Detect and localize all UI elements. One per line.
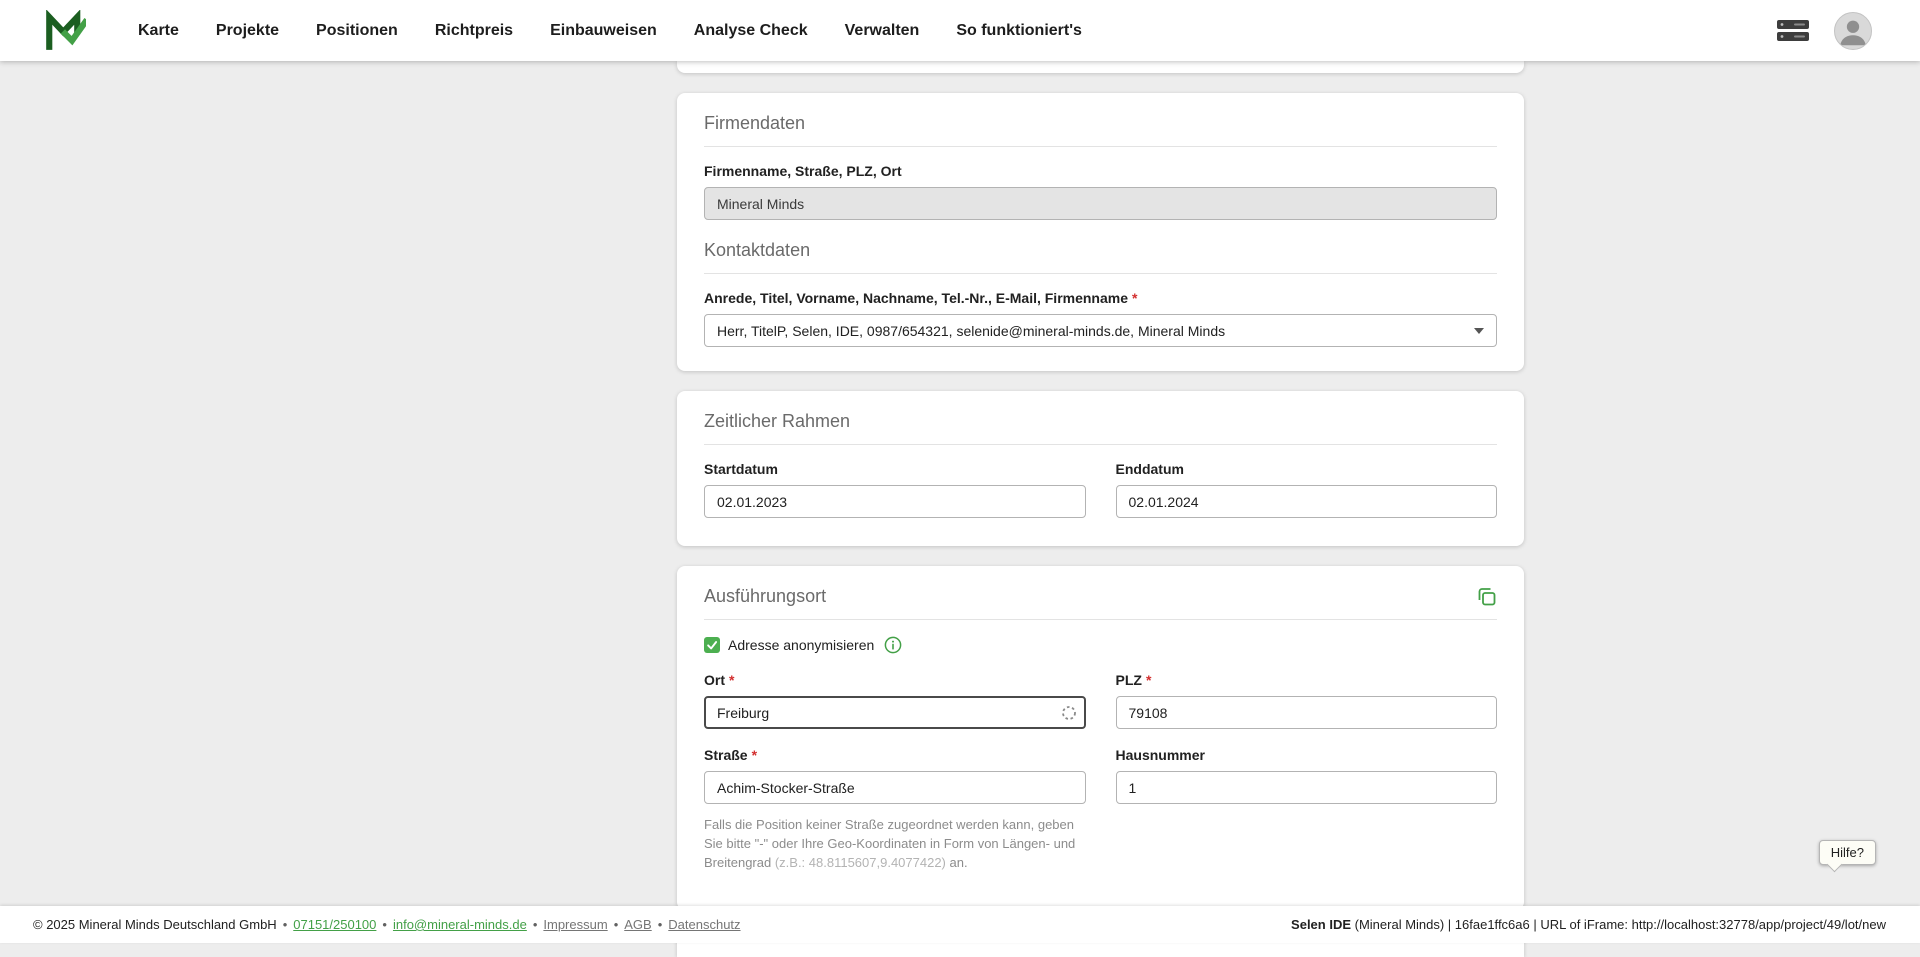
- enddatum-input[interactable]: [1116, 485, 1498, 518]
- section-title-zeitlicher-rahmen: Zeitlicher Rahmen: [704, 411, 1497, 432]
- footer-email-link[interactable]: info@mineral-minds.de: [393, 917, 527, 932]
- footer-impressum-link[interactable]: Impressum: [543, 917, 607, 932]
- hint-example-text: (z.B.: 48.8115607,9.4077422): [775, 855, 946, 870]
- copy-icon: [1476, 586, 1497, 607]
- anonymize-row: Adresse anonymisieren: [704, 636, 1497, 654]
- footer-left: © 2025 Mineral Minds Deutschland GmbH • …: [33, 917, 741, 932]
- chevron-down-icon: [1474, 328, 1484, 334]
- kontakt-label: Anrede, Titel, Vorname, Nachname, Tel.-N…: [704, 290, 1497, 306]
- help-button[interactable]: Hilfe?: [1819, 840, 1876, 865]
- anonymize-checkbox[interactable]: [704, 637, 720, 653]
- person-icon: [1835, 12, 1871, 50]
- startdatum-input[interactable]: [704, 485, 1086, 518]
- loading-spinner-icon: [1061, 705, 1077, 721]
- plz-input[interactable]: [1116, 696, 1498, 729]
- enddatum-label: Enddatum: [1116, 461, 1498, 477]
- help-button-label: Hilfe?: [1831, 845, 1864, 860]
- strasse-hint-text: Falls die Position keiner Straße zugeord…: [704, 816, 1086, 873]
- footer-app-details: (Mineral Minds) | 16fae1ffc6a6 | URL of …: [1351, 917, 1886, 932]
- footer: © 2025 Mineral Minds Deutschland GmbH • …: [0, 906, 1920, 943]
- hausnummer-input[interactable]: [1116, 771, 1498, 804]
- mineral-minds-logo-icon: [44, 10, 86, 52]
- ort-label-text: Ort: [704, 672, 725, 688]
- ort-input[interactable]: [704, 696, 1086, 729]
- check-icon: [706, 639, 718, 651]
- nav-item-verwalten[interactable]: Verwalten: [845, 22, 920, 40]
- nav-item-so-funktionierts[interactable]: So funktioniert's: [956, 22, 1082, 40]
- strasse-label-text: Straße: [704, 747, 748, 763]
- required-asterisk: *: [1146, 672, 1151, 688]
- nav-right: [1776, 12, 1872, 50]
- divider: [704, 273, 1497, 274]
- app-logo[interactable]: [44, 10, 86, 52]
- firmenname-input: [704, 187, 1497, 220]
- footer-separator: •: [533, 917, 538, 932]
- nav-item-richtpreis[interactable]: Richtpreis: [435, 22, 513, 40]
- section-title-firmendaten: Firmendaten: [704, 113, 1497, 134]
- section-title-kontaktdaten: Kontaktdaten: [704, 240, 1497, 261]
- footer-datenschutz-link[interactable]: Datenschutz: [668, 917, 740, 932]
- startdatum-label: Startdatum: [704, 461, 1086, 477]
- section-title-ausfuehrungsort: Ausführungsort: [704, 586, 826, 607]
- info-icon[interactable]: [884, 636, 902, 654]
- user-avatar[interactable]: [1834, 12, 1872, 50]
- main-nav: Karte Projekte Positionen Richtpreis Ein…: [138, 22, 1082, 40]
- card-firmendaten: Firmendaten Firmenname, Straße, PLZ, Ort…: [677, 93, 1524, 371]
- anonymize-label: Adresse anonymisieren: [728, 637, 874, 653]
- main-content: Firmendaten Firmenname, Straße, PLZ, Ort…: [677, 61, 1524, 957]
- footer-debug-info: Selen IDE (Mineral Minds) | 16fae1ffc6a6…: [1291, 917, 1886, 932]
- hausnummer-label: Hausnummer: [1116, 747, 1498, 763]
- divider: [704, 619, 1497, 620]
- strasse-input[interactable]: [704, 771, 1086, 804]
- plz-label: PLZ*: [1116, 672, 1498, 688]
- required-asterisk: *: [1132, 290, 1137, 306]
- footer-separator: •: [614, 917, 619, 932]
- nav-item-projekte[interactable]: Projekte: [216, 22, 279, 40]
- ort-label: Ort*: [704, 672, 1086, 688]
- footer-agb-link[interactable]: AGB: [624, 917, 651, 932]
- footer-app-name: Selen IDE: [1291, 917, 1351, 932]
- required-asterisk: *: [752, 747, 757, 763]
- kontakt-select-value: Herr, TitelP, Selen, IDE, 0987/654321, s…: [717, 323, 1225, 339]
- footer-separator: •: [283, 917, 288, 932]
- plz-label-text: PLZ: [1116, 672, 1142, 688]
- copy-button[interactable]: [1476, 586, 1497, 607]
- copyright-text: © 2025 Mineral Minds Deutschland GmbH: [33, 917, 277, 932]
- nav-item-einbauweisen[interactable]: Einbauweisen: [550, 22, 657, 40]
- firmenname-label: Firmenname, Straße, PLZ, Ort: [704, 163, 1497, 179]
- footer-phone-link[interactable]: 07151/250100: [293, 917, 376, 932]
- kontakt-label-text: Anrede, Titel, Vorname, Nachname, Tel.-N…: [704, 290, 1128, 306]
- top-nav: Karte Projekte Positionen Richtpreis Ein…: [0, 0, 1920, 61]
- card-previous-partial: [677, 61, 1524, 73]
- footer-separator: •: [382, 917, 387, 932]
- nav-item-analyse-check[interactable]: Analyse Check: [694, 22, 808, 40]
- strasse-label: Straße*: [704, 747, 1086, 763]
- kontakt-select[interactable]: Herr, TitelP, Selen, IDE, 0987/654321, s…: [704, 314, 1497, 347]
- nav-item-karte[interactable]: Karte: [138, 22, 179, 40]
- required-asterisk: *: [729, 672, 734, 688]
- divider: [704, 146, 1497, 147]
- card-ausfuehrungsort: Ausführungsort Adresse anonymisieren: [677, 566, 1524, 910]
- nav-item-positionen[interactable]: Positionen: [316, 22, 398, 40]
- hint-suffix-text: an.: [946, 855, 968, 870]
- footer-separator: •: [658, 917, 663, 932]
- server-icon[interactable]: [1776, 19, 1810, 42]
- card-zeitlicher-rahmen: Zeitlicher Rahmen Startdatum Enddatum: [677, 391, 1524, 546]
- divider: [704, 444, 1497, 445]
